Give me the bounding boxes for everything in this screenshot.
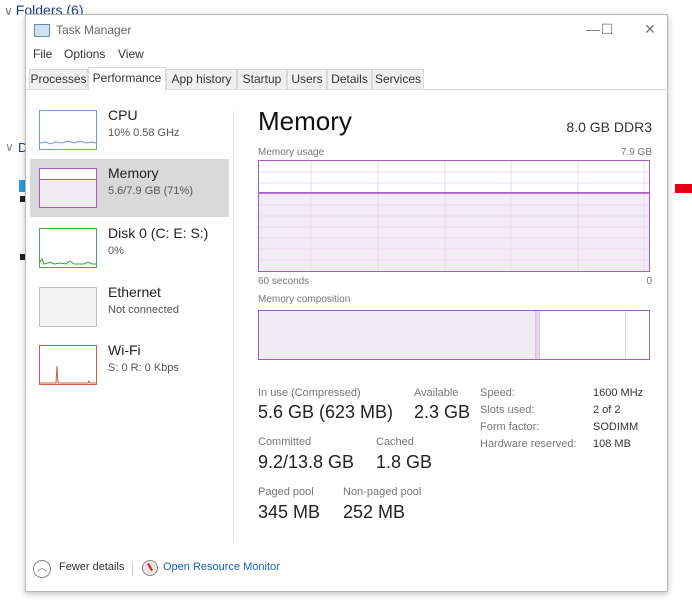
non-paged-pool-value: 252 MB [343,502,406,522]
usage-graph-label: Memory usage [258,147,325,158]
axis-label-right: 0 [646,276,652,287]
sidebar-item-cpu[interactable]: CPU 10% 0.58 GHz [30,101,229,159]
in-use-value: 5.6 GB (623 MB) [258,402,394,422]
memory-composition-chart [259,311,649,359]
footer-bar: ︿ Fewer details Open Resource Monitor [26,553,667,587]
sidebar-item-memory[interactable]: Memory 5.6/7.9 GB (71%) [30,159,229,217]
cached-label: Cached [376,436,414,448]
in-use-segment[interactable] [259,311,536,359]
in-use-label: In use (Compressed) [258,387,361,399]
free-segment[interactable] [625,311,649,359]
open-resource-monitor-link[interactable]: Open Resource Monitor [163,561,280,573]
tab-processes[interactable]: Processes [29,69,88,89]
spec-label: Hardware reserved: [480,438,577,450]
sidebar-item-ethernet[interactable]: Ethernet Not connected [30,278,229,336]
sidebar-item-disk[interactable]: Disk 0 (C: E: S:) 0% [30,219,229,277]
menu-options[interactable]: Options [64,47,105,61]
tab-startup[interactable]: Startup [237,69,287,89]
chevron-down-icon: ∨ [4,4,13,18]
resource-monitor-icon[interactable] [142,560,158,576]
ethernet-thumbnail-graph [39,287,97,327]
available-value: 2.3 GB [414,402,471,422]
footer-divider [132,562,133,576]
window-title: Task Manager [56,23,132,37]
tab-services[interactable]: Services [372,69,424,89]
available-label: Available [414,387,459,399]
tab-performance[interactable]: Performance [88,67,166,91]
usage-graph-max: 7.9 GB [620,147,652,158]
memory-usage-graph [258,160,650,272]
wifi-sparkline [40,365,96,384]
sidebar-item-subtitle: Not connected [108,304,179,316]
menu-view[interactable]: View [118,47,144,61]
wifi-thumbnail-graph [39,345,97,385]
task-manager-window: Task Manager — ☐ ✕ File Options View Pro… [25,14,668,592]
sidebar-item-title: Wi-Fi [108,342,141,358]
standby-segment[interactable] [539,311,626,359]
paged-pool-label: Paged pool [258,486,314,498]
spec-label: Form factor: [480,421,540,433]
sidebar-item-subtitle: S: 0 R: 0 Kbps [108,362,179,374]
committed-label: Committed [258,436,312,448]
disk-thumbnail-graph [39,228,97,268]
chevron-up-icon[interactable]: ︿ [33,560,51,578]
composition-graph-label: Memory composition [258,294,351,305]
memory-composition-graph [258,310,650,360]
spec-label: Slots used: [480,404,535,416]
sidebar-item-subtitle: 5.6/7.9 GB (71%) [108,185,193,197]
committed-value: 9.2/13.8 GB [258,452,355,472]
spec-value: SODIMM [593,421,639,433]
modified-segment[interactable] [535,311,540,359]
spec-value: 2 of 2 [593,404,621,416]
non-paged-pool-label: Non-paged pool [343,486,422,498]
memory-usage-chart [259,161,649,271]
paged-pool-value: 345 MB [258,502,321,522]
cpu-sparkline [40,140,96,145]
chevron-down-icon[interactable]: ∨ [5,140,14,154]
sidebar-divider [233,111,234,541]
memory-thumbnail-fill [40,179,96,207]
page-title: Memory [258,106,352,136]
maximize-button[interactable]: ☐ [592,18,622,40]
sidebar-item-wifi[interactable]: Wi-Fi S: 0 R: 0 Kbps [30,336,229,394]
spec-value: 1600 MHz [593,387,644,399]
menu-file[interactable]: File [33,47,52,61]
fewer-details-button[interactable]: Fewer details [59,561,124,573]
disk-sparkline [40,257,96,265]
task-manager-icon [34,24,50,37]
spec-value: 108 MB [593,438,631,450]
sidebar-item-subtitle: 0% [108,245,124,257]
close-icon: ✕ [644,21,656,37]
sidebar-item-title: Memory [108,165,159,181]
maximize-icon: ☐ [600,21,614,37]
sidebar-item-subtitle: 10% 0.58 GHz [108,127,180,139]
tab-details[interactable]: Details [327,69,372,89]
spec-label: Speed: [480,387,515,399]
close-button[interactable]: ✕ [635,18,665,40]
memory-spec: 8.0 GB DDR3 [566,119,652,135]
tab-app-history[interactable]: App history [166,69,237,89]
tab-users[interactable]: Users [287,69,327,89]
sidebar-item-title: Disk 0 (C: E: S:) [108,225,209,241]
axis-label-left: 60 seconds [258,276,310,287]
tab-bar: Processes Performance App history Startu… [26,67,667,91]
menu-bar: File Options View [26,45,667,65]
sidebar-item-title: CPU [108,107,138,123]
background-red-bar [675,184,692,193]
memory-thumbnail-graph [39,168,97,208]
performance-sidebar: CPU 10% 0.58 GHz Memory 5.6/7.9 GB (71%)… [26,95,233,555]
cached-value: 1.8 GB [376,452,433,472]
cpu-thumbnail-graph [39,110,97,150]
sidebar-item-title: Ethernet [108,284,161,300]
title-bar[interactable]: Task Manager — ☐ ✕ [26,15,667,45]
